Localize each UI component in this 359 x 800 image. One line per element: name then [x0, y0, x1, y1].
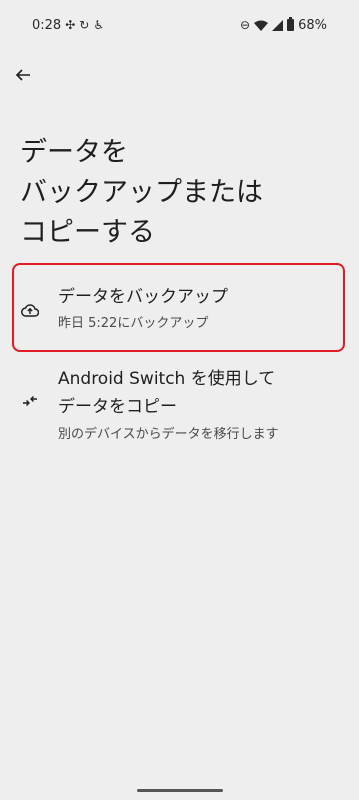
fan-icon: ✣: [65, 18, 76, 32]
battery-percent: 68%: [298, 17, 327, 33]
backup-option-title: データをバックアップ: [58, 287, 228, 307]
back-button[interactable]: [10, 62, 36, 88]
wifi-icon: [254, 20, 269, 31]
switch-option-title-line1: Android Switch を使用して: [58, 369, 276, 389]
accessibility-icon: ♿: [93, 18, 105, 32]
status-left: 0:28 ✣ ↻ ♿: [32, 18, 104, 33]
signal-icon: [272, 19, 284, 31]
sync-icon: ↻: [79, 18, 90, 32]
status-bar: 0:28 ✣ ↻ ♿ ⊖ 68%: [0, 0, 359, 50]
backup-data-option[interactable]: データをバックアップ 昨日 5:22にバックアップ: [12, 263, 345, 352]
status-time: 0:28: [32, 17, 62, 33]
transfer-arrows-icon: [20, 391, 40, 411]
battery-icon: [287, 17, 295, 31]
status-right: ⊖ 68%: [240, 17, 327, 33]
backup-option-text: データをバックアップ 昨日 5:22にバックアップ: [58, 284, 228, 334]
arrow-back-icon: [15, 69, 30, 81]
android-switch-option[interactable]: Android Switch を使用して データをコピー 別のデバイスからデータ…: [12, 365, 345, 445]
backup-option-subtitle: 昨日 5:22にバックアップ: [58, 316, 209, 331]
do-not-disturb-icon: ⊖: [240, 18, 251, 32]
navigation-handle[interactable]: [137, 789, 223, 792]
cloud-upload-icon: [20, 300, 40, 320]
switch-option-subtitle: 別のデバイスからデータを移行します: [58, 427, 279, 442]
switch-option-title-line2: データをコピー: [58, 397, 177, 417]
page-title: データを バックアップまたは コピーする: [20, 137, 263, 248]
switch-option-text: Android Switch を使用して データをコピー 別のデバイスからデータ…: [58, 365, 279, 445]
